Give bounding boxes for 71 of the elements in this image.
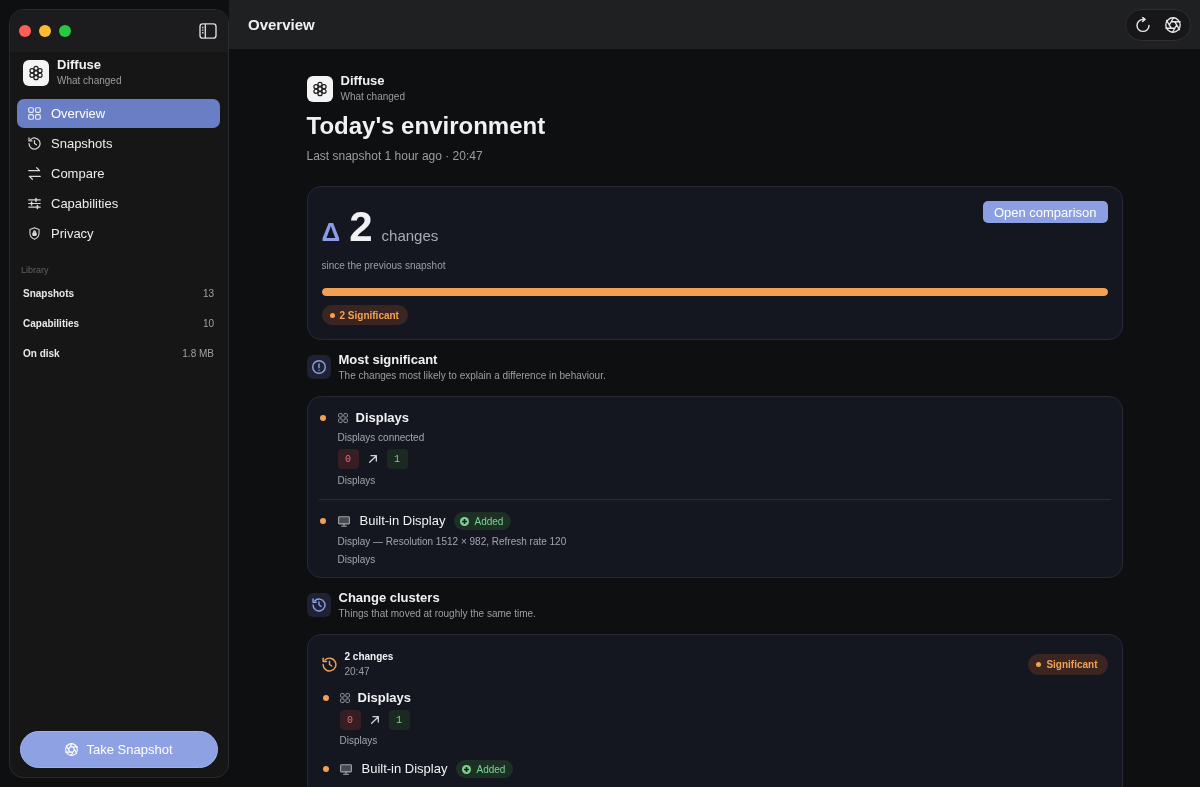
cluster-title: 2 changes	[344, 651, 394, 663]
grid-icon	[337, 413, 348, 423]
change-category: Displays	[337, 475, 377, 487]
alert-icon	[306, 355, 331, 379]
grid-icon	[339, 693, 350, 703]
monitor-icon	[339, 763, 352, 775]
change-category: Displays	[337, 554, 377, 566]
history-icon	[306, 593, 331, 617]
section-title: Change clusters	[338, 590, 441, 605]
app-name: Diffuse	[340, 74, 386, 88]
library-label: Snapshots	[23, 287, 75, 299]
minimize-button[interactable]	[39, 25, 51, 37]
grid-icon	[28, 107, 41, 120]
zoom-button[interactable]	[59, 25, 71, 37]
app-tagline: What changed	[340, 91, 405, 103]
refresh-icon	[1135, 16, 1151, 33]
page-heading: Today's environment	[306, 111, 547, 140]
nav-item[interactable]: Compare	[17, 159, 220, 188]
library-label: Capabilities	[23, 317, 80, 329]
section-subtitle: Things that moved at roughly the same time.	[338, 608, 536, 620]
shield-icon	[28, 227, 41, 240]
badge-label: 2 Significant	[339, 309, 399, 321]
monitor-icon	[337, 515, 350, 527]
sliders-icon	[28, 197, 41, 210]
status-label: Added	[476, 763, 506, 775]
nav-item[interactable]: Overview	[17, 99, 220, 128]
count-unit: changes	[381, 227, 439, 244]
summary-caption: since the previous snapshot	[321, 260, 446, 272]
history-icon	[321, 657, 337, 672]
section-subtitle: The changes most likely to explain a difference in behaviour.	[338, 370, 606, 382]
change-description: Display — Resolution 1512 × 982, Refresh rate 120	[337, 536, 568, 548]
change-count: 2	[349, 207, 373, 247]
change-title: Displays	[355, 410, 409, 426]
change-title: Built-in Display	[359, 513, 446, 529]
badge-label: Significant	[1046, 659, 1098, 670]
logo-icon	[23, 59, 49, 86]
library-heading: Library	[20, 264, 50, 277]
library-value: 10	[202, 317, 214, 329]
change-description: Displays connected	[337, 432, 426, 444]
library-label: On disk	[23, 347, 60, 359]
nav-item[interactable]: Capabilities	[17, 189, 220, 218]
delta-symbol: Δ	[321, 216, 341, 249]
app-name: Diffuse	[57, 58, 103, 72]
new-value: 1	[386, 449, 408, 469]
plus-circle-icon	[460, 516, 470, 526]
cluster-time: 20:47	[344, 666, 371, 678]
arrow-icon	[370, 716, 379, 724]
history-icon	[28, 137, 41, 150]
library-value: 1.8 MB	[182, 347, 214, 359]
logo-icon	[306, 75, 333, 102]
plus-circle-icon	[462, 764, 472, 774]
section-title: Most significant	[338, 352, 439, 367]
nav-item[interactable]: Privacy	[17, 219, 220, 248]
old-value: 0	[339, 710, 361, 730]
new-value: 1	[388, 710, 410, 730]
app-tagline: What changed	[57, 75, 122, 87]
change-category: Displays	[339, 735, 379, 747]
swap-arrows-icon	[28, 167, 41, 180]
window-title: Overview	[248, 16, 315, 33]
library-value: 13	[202, 287, 214, 299]
aperture-icon	[65, 743, 79, 756]
sidebar-toggle-icon[interactable]	[199, 23, 217, 39]
nav-item[interactable]: Snapshots	[17, 129, 220, 158]
status-label: Added	[474, 515, 504, 527]
old-value: 0	[337, 449, 359, 469]
last-snapshot-text: Last snapshot 1 hour ago · 20:47	[306, 149, 484, 163]
aperture-icon	[1165, 16, 1181, 33]
change-title: Built-in Display	[361, 761, 448, 777]
change-title: Displays	[357, 690, 411, 706]
arrow-icon	[368, 455, 377, 463]
close-button[interactable]	[19, 25, 31, 37]
